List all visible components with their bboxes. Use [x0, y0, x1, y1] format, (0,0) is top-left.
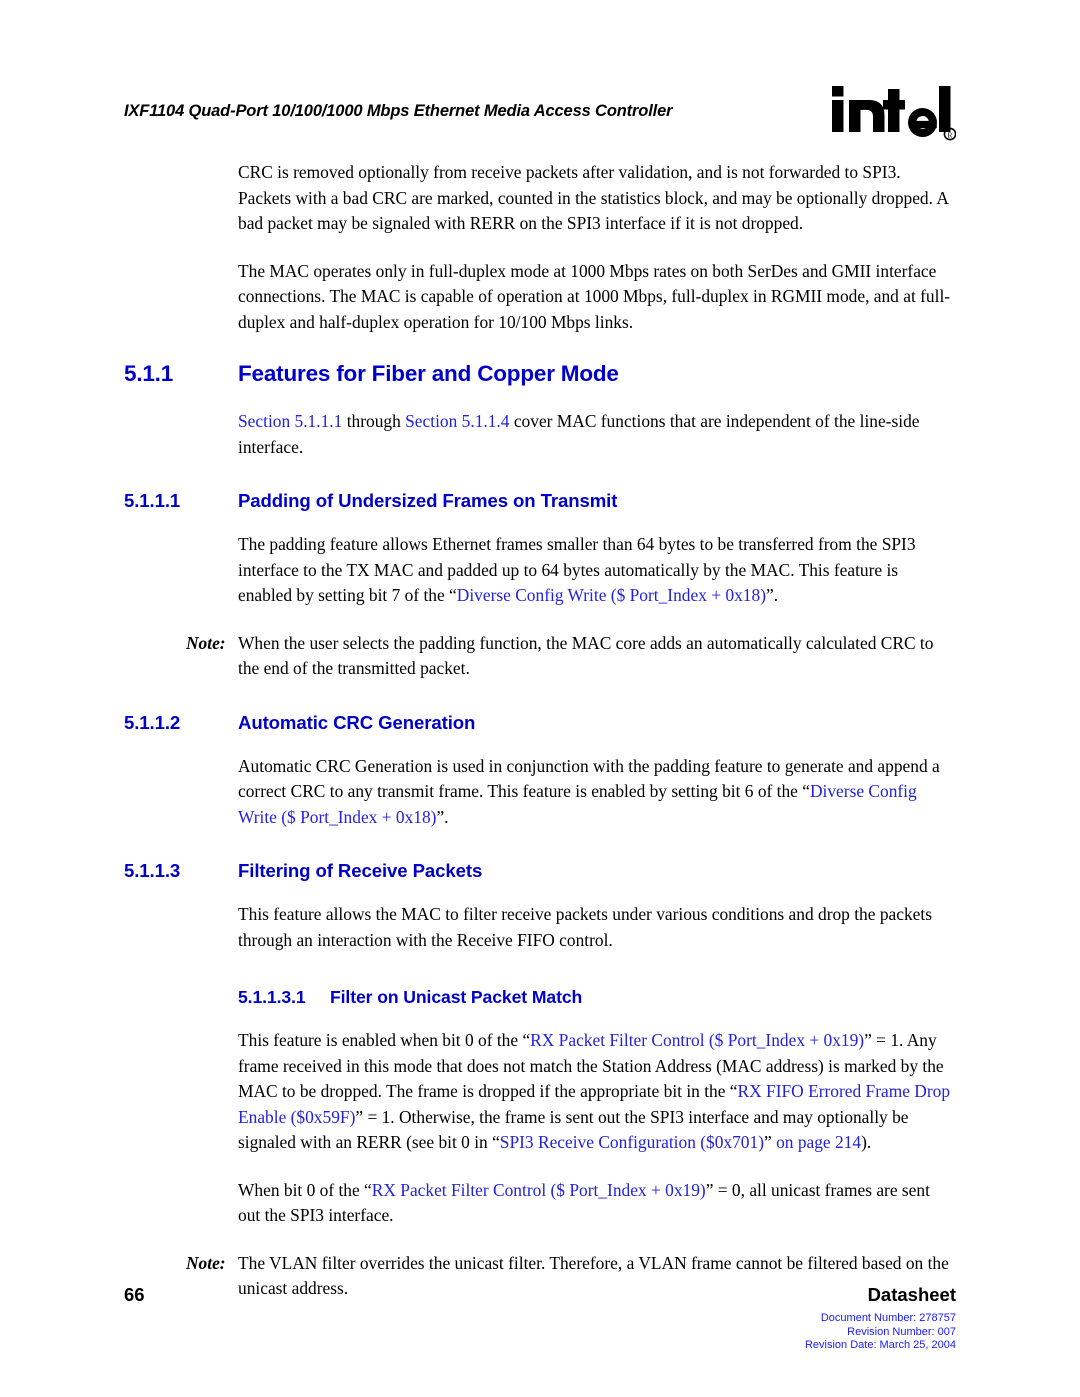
- heading-title: Features for Fiber and Copper Mode: [238, 361, 619, 386]
- page-footer: 66 Datasheet Document Number: 278757 Rev…: [124, 1284, 956, 1364]
- heading-5-1-1-2: 5.1.1.2 Automatic CRC Generation: [124, 712, 956, 734]
- revision-number: Revision Number: 007: [847, 1325, 956, 1338]
- intro-mid-text: through: [342, 411, 406, 431]
- heading-5-1-1-1: 5.1.1.1 Padding of Undersized Frames on …: [124, 490, 956, 512]
- link-spi3-receive-configuration[interactable]: SPI3 Receive Configuration ($0x701): [500, 1132, 764, 1152]
- note-text: When the user selects the padding functi…: [238, 632, 934, 679]
- note-padding-crc: Note: When the user selects the padding …: [124, 631, 956, 682]
- heading-5-1-1-3-1: 5.1.1.3.1 Filter on Unicast Packet Match: [124, 987, 956, 1008]
- padding-text-tail: ”.: [765, 585, 779, 605]
- page-header: IXF1104 Quad-Port 10/100/1000 Mbps Ether…: [124, 86, 956, 144]
- page-number: 66: [124, 1284, 145, 1305]
- paragraph-unicast-filter-enabled: This feature is enabled when bit 0 of th…: [124, 1028, 956, 1156]
- paragraph-auto-crc: Automatic CRC Generation is used in conj…: [124, 754, 956, 831]
- unicast-text-d: ”: [764, 1132, 777, 1152]
- revision-date: Revision Date: March 25, 2004: [804, 1339, 956, 1351]
- intel-logo: R: [830, 84, 956, 146]
- heading-5-1-1-3: 5.1.1.3 Filtering of Receive Packets: [124, 860, 956, 882]
- heading-number: 5.1.1: [124, 361, 174, 386]
- link-rx-packet-filter-control-0x19-a[interactable]: RX Packet Filter Control ($ Port_Index +…: [530, 1030, 864, 1050]
- document-number: Document Number: 278757: [820, 1312, 956, 1324]
- page-content: CRC is removed optionally from receive p…: [124, 160, 956, 1324]
- heading-title: Automatic CRC Generation: [238, 711, 476, 733]
- heading-title: Filtering of Receive Packets: [238, 860, 483, 881]
- running-header-title: IXF1104 Quad-Port 10/100/1000 Mbps Ether…: [124, 102, 673, 120]
- paragraph-receive-filtering: This feature allows the MAC to filter re…: [238, 904, 932, 950]
- svg-text:R: R: [948, 131, 953, 140]
- link-section-5-1-1-4[interactable]: Section 5.1.1.4: [405, 411, 509, 431]
- paragraph-section-intro: Section 5.1.1.1 through Section 5.1.1.4 …: [124, 409, 956, 460]
- paragraph-mac-duplex: The MAC operates only in full-duplex mod…: [238, 260, 951, 332]
- heading-title: Filter on Unicast Packet Match: [330, 987, 583, 1007]
- heading-title: Padding of Undersized Frames on Transmit: [238, 490, 618, 511]
- paragraph-padding-feature: The padding feature allows Ethernet fram…: [124, 532, 956, 609]
- heading-number: 5.1.1.1: [124, 490, 181, 511]
- paragraph-unicast-filter-disabled: When bit 0 of the “RX Packet Filter Cont…: [124, 1178, 956, 1229]
- heading-number: 5.1.1.2: [124, 711, 181, 733]
- link-on-page-214[interactable]: on page 214: [776, 1132, 861, 1152]
- paragraph-crc-removal: CRC is removed optionally from receive p…: [238, 162, 948, 233]
- note-label: Note:: [186, 1252, 226, 1273]
- note-label: Note:: [186, 632, 226, 653]
- heading-5-1-1: 5.1.1 Features for Fiber and Copper Mode: [124, 361, 956, 387]
- link-rx-packet-filter-control-0x19-b[interactable]: RX Packet Filter Control ($ Port_Index +…: [372, 1180, 706, 1200]
- document-page: IXF1104 Quad-Port 10/100/1000 Mbps Ether…: [0, 0, 1080, 1397]
- heading-number: 5.1.1.3: [124, 860, 181, 881]
- unicast-text-a: This feature is enabled when bit 0 of th…: [238, 1030, 531, 1050]
- unicast-off-text-a: When bit 0 of the “: [238, 1179, 372, 1200]
- auto-crc-text-tail: ”.: [436, 806, 449, 827]
- link-section-5-1-1-1[interactable]: Section 5.1.1.1: [238, 411, 342, 431]
- document-metadata: Document Number: 278757 Revision Number:…: [805, 1312, 956, 1353]
- heading-number: 5.1.1.3.1: [238, 987, 306, 1007]
- link-diverse-config-write-0x18-a[interactable]: Diverse Config Write ($ Port_Index + 0x1…: [457, 585, 766, 605]
- unicast-text-e: ).: [861, 1132, 872, 1152]
- document-type-label: Datasheet: [867, 1284, 956, 1305]
